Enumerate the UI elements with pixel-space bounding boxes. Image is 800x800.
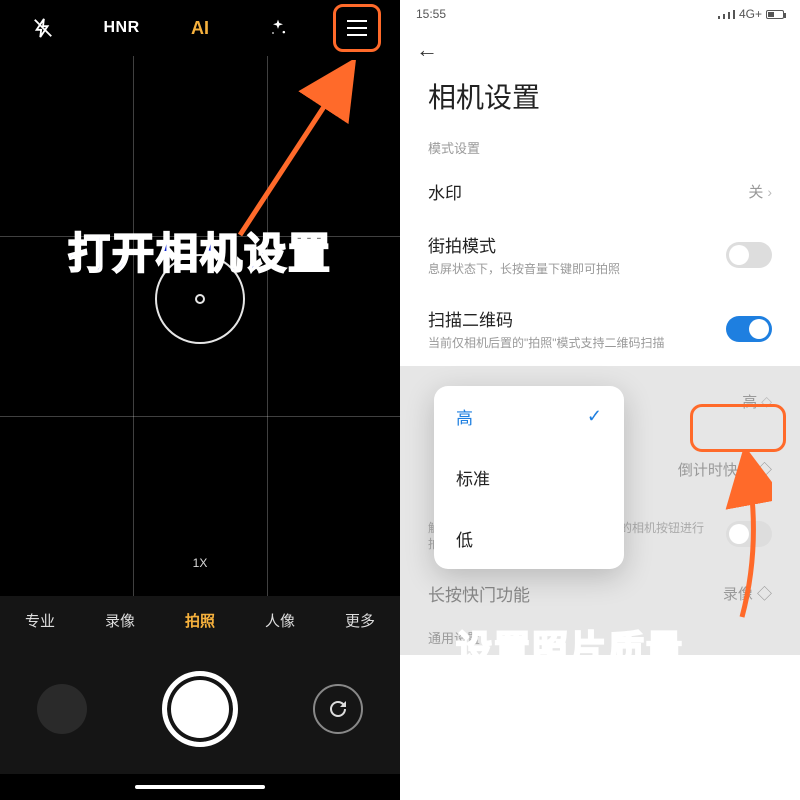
home-indicator[interactable] bbox=[0, 774, 400, 800]
gallery-thumbnail[interactable] bbox=[37, 684, 87, 734]
watermark-value: 关 bbox=[748, 181, 763, 202]
camera-viewfinder[interactable]: 1X bbox=[0, 56, 400, 596]
network-label: 4G+ bbox=[739, 7, 762, 21]
status-bar: 15:55 4G+ bbox=[400, 0, 800, 28]
check-icon: ✓ bbox=[587, 406, 602, 427]
grid-line bbox=[0, 236, 400, 237]
mode-video[interactable]: 录像 bbox=[105, 610, 135, 631]
street-toggle[interactable] bbox=[726, 242, 772, 268]
street-sub: 息屏状态下，长按音量下键即可拍照 bbox=[428, 261, 714, 278]
tapcapture-toggle[interactable] bbox=[726, 521, 772, 547]
street-title: 街拍模式 bbox=[428, 232, 714, 257]
row-street-mode[interactable]: 街拍模式 息屏状态下，长按音量下键即可拍照 bbox=[400, 218, 800, 292]
quality-option-high[interactable]: 高✓ bbox=[434, 386, 624, 447]
shutter-button[interactable] bbox=[162, 671, 238, 747]
ai-button[interactable]: AI bbox=[176, 4, 224, 52]
mode-more[interactable]: 更多 bbox=[345, 610, 375, 631]
longpress-value: 录像 ◇ bbox=[723, 583, 772, 604]
row-longpress[interactable]: 长按快门功能 录像 ◇ bbox=[400, 567, 800, 620]
qrcode-toggle[interactable] bbox=[726, 316, 772, 342]
camera-app: HNR AI 1X 专业 录像 拍照 人像 更多 打 bbox=[0, 0, 400, 800]
mode-photo[interactable]: 拍照 bbox=[185, 610, 215, 631]
shutter-row bbox=[0, 644, 400, 774]
grid-line bbox=[133, 56, 134, 596]
mode-portrait[interactable]: 人像 bbox=[265, 610, 295, 631]
timer-value: 倒计时快门 ◇ bbox=[678, 459, 772, 480]
flip-icon bbox=[326, 697, 350, 721]
longpress-title: 长按快门功能 bbox=[428, 581, 711, 606]
hnr-button[interactable]: HNR bbox=[98, 4, 146, 52]
settings-menu-button[interactable] bbox=[333, 4, 381, 52]
quality-option-standard[interactable]: 标准 bbox=[434, 447, 624, 508]
battery-icon bbox=[766, 10, 784, 19]
zoom-indicator[interactable]: 1X bbox=[193, 556, 208, 570]
focus-ring[interactable] bbox=[155, 254, 245, 344]
qrcode-sub: 当前仅相机后置的"拍照"模式支持二维码扫描 bbox=[428, 335, 714, 352]
quality-popup: 高✓ 标准 低 bbox=[434, 386, 624, 569]
filter-icon[interactable] bbox=[254, 4, 302, 52]
grid-line bbox=[0, 416, 400, 417]
page-title: 相机设置 bbox=[400, 72, 800, 130]
chevron-updown-icon: ◇ bbox=[761, 393, 772, 410]
row-qrcode[interactable]: 扫描二维码 当前仅相机后置的"拍照"模式支持二维码扫描 bbox=[400, 292, 800, 366]
mode-pro[interactable]: 专业 bbox=[25, 610, 55, 631]
chevron-right-icon: › bbox=[767, 184, 772, 200]
row-watermark[interactable]: 水印 关› bbox=[400, 165, 800, 218]
quality-option-low[interactable]: 低 bbox=[434, 508, 624, 569]
signal-icon bbox=[718, 9, 735, 19]
back-row: ← bbox=[400, 28, 800, 72]
focus-dot-icon bbox=[195, 294, 205, 304]
status-time: 15:55 bbox=[416, 7, 446, 21]
camera-topbar: HNR AI bbox=[0, 0, 400, 56]
flash-off-icon[interactable] bbox=[19, 4, 67, 52]
camera-mode-strip: 专业 录像 拍照 人像 更多 bbox=[0, 596, 400, 644]
camera-settings-page: 15:55 4G+ ← 相机设置 模式设置 水印 关› 街拍模式 息屏状态下，长… bbox=[400, 0, 800, 800]
watermark-title: 水印 bbox=[428, 179, 736, 204]
hamburger-icon bbox=[347, 20, 367, 36]
qrcode-title: 扫描二维码 bbox=[428, 306, 714, 331]
section-general-label: 通用设置 bbox=[400, 620, 800, 655]
section-mode-label: 模式设置 bbox=[400, 130, 800, 165]
back-button[interactable]: ← bbox=[416, 37, 438, 63]
grid-line bbox=[267, 56, 268, 596]
flip-camera-button[interactable] bbox=[313, 684, 363, 734]
quality-value: 高 bbox=[742, 391, 757, 412]
